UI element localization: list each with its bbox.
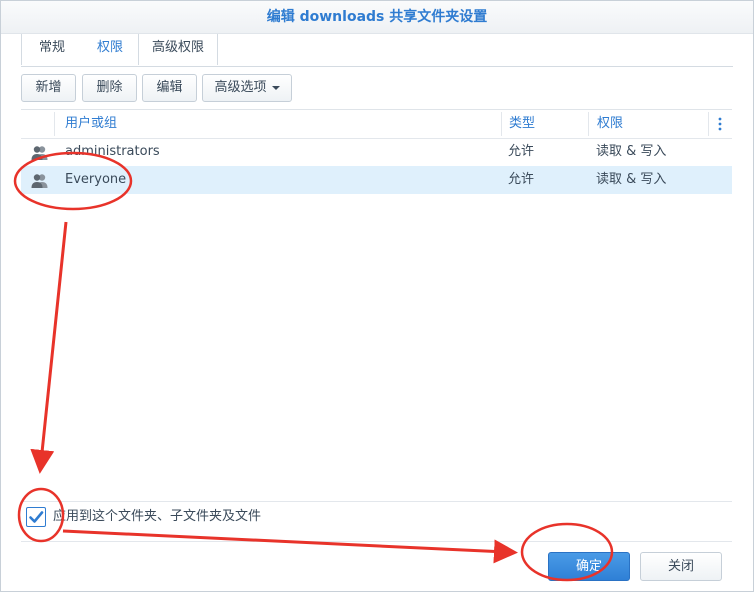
column-divider: [708, 112, 709, 136]
column-divider: [588, 112, 589, 136]
tab-permissions[interactable]: 权限: [82, 34, 139, 65]
tab-advanced-permissions[interactable]: 高级权限: [139, 34, 218, 65]
column-menu-icon[interactable]: [718, 110, 726, 138]
permissions-grid: 用户或组 类型 权限 administrators 允许 读取 & 写入 Eve…: [21, 109, 732, 500]
table-row[interactable]: administrators 允许 读取 & 写入: [21, 138, 732, 166]
row-name: Everyone: [65, 172, 127, 187]
column-permission[interactable]: 权限: [597, 110, 623, 138]
tab-bar: 常规 权限 高级权限: [21, 34, 733, 67]
caret-down-icon: [271, 85, 280, 90]
ok-button[interactable]: 确定: [548, 552, 630, 581]
divider: [21, 501, 732, 502]
grid-header: 用户或组 类型 权限: [21, 110, 732, 139]
table-row[interactable]: Everyone 允许 读取 & 写入: [21, 166, 732, 194]
advanced-options-dropdown[interactable]: 高级选项: [202, 74, 292, 102]
column-divider: [54, 112, 55, 136]
delete-button[interactable]: 删除: [82, 74, 137, 102]
shared-folder-settings-dialog: 编辑 downloads 共享文件夹设置 常规 权限 高级权限 新增 删除 编辑…: [0, 0, 754, 592]
row-type: 允许: [508, 144, 535, 159]
column-type[interactable]: 类型: [509, 110, 535, 138]
add-button[interactable]: 新增: [21, 74, 76, 102]
column-user-or-group[interactable]: 用户或组: [65, 110, 117, 138]
row-name: administrators: [65, 144, 160, 159]
advanced-options-label: 高级选项: [214, 80, 267, 95]
tab-general[interactable]: 常规: [21, 34, 83, 65]
row-permission: 读取 & 写入: [596, 144, 667, 159]
row-permission: 读取 & 写入: [596, 172, 667, 187]
edit-button[interactable]: 编辑: [142, 74, 197, 102]
close-button[interactable]: 关闭: [640, 552, 722, 581]
apply-to-subfolders-label[interactable]: 应用到这个文件夹、子文件夹及文件: [53, 508, 261, 526]
column-divider: [501, 112, 502, 136]
apply-to-subfolders-checkbox[interactable]: [26, 507, 46, 527]
dialog-title: 编辑 downloads 共享文件夹设置: [1, 1, 753, 34]
row-type: 允许: [508, 172, 535, 187]
divider: [21, 541, 732, 542]
user-group-icon: [31, 172, 49, 188]
user-group-icon: [31, 144, 49, 160]
checkmark-icon: [29, 511, 44, 523]
